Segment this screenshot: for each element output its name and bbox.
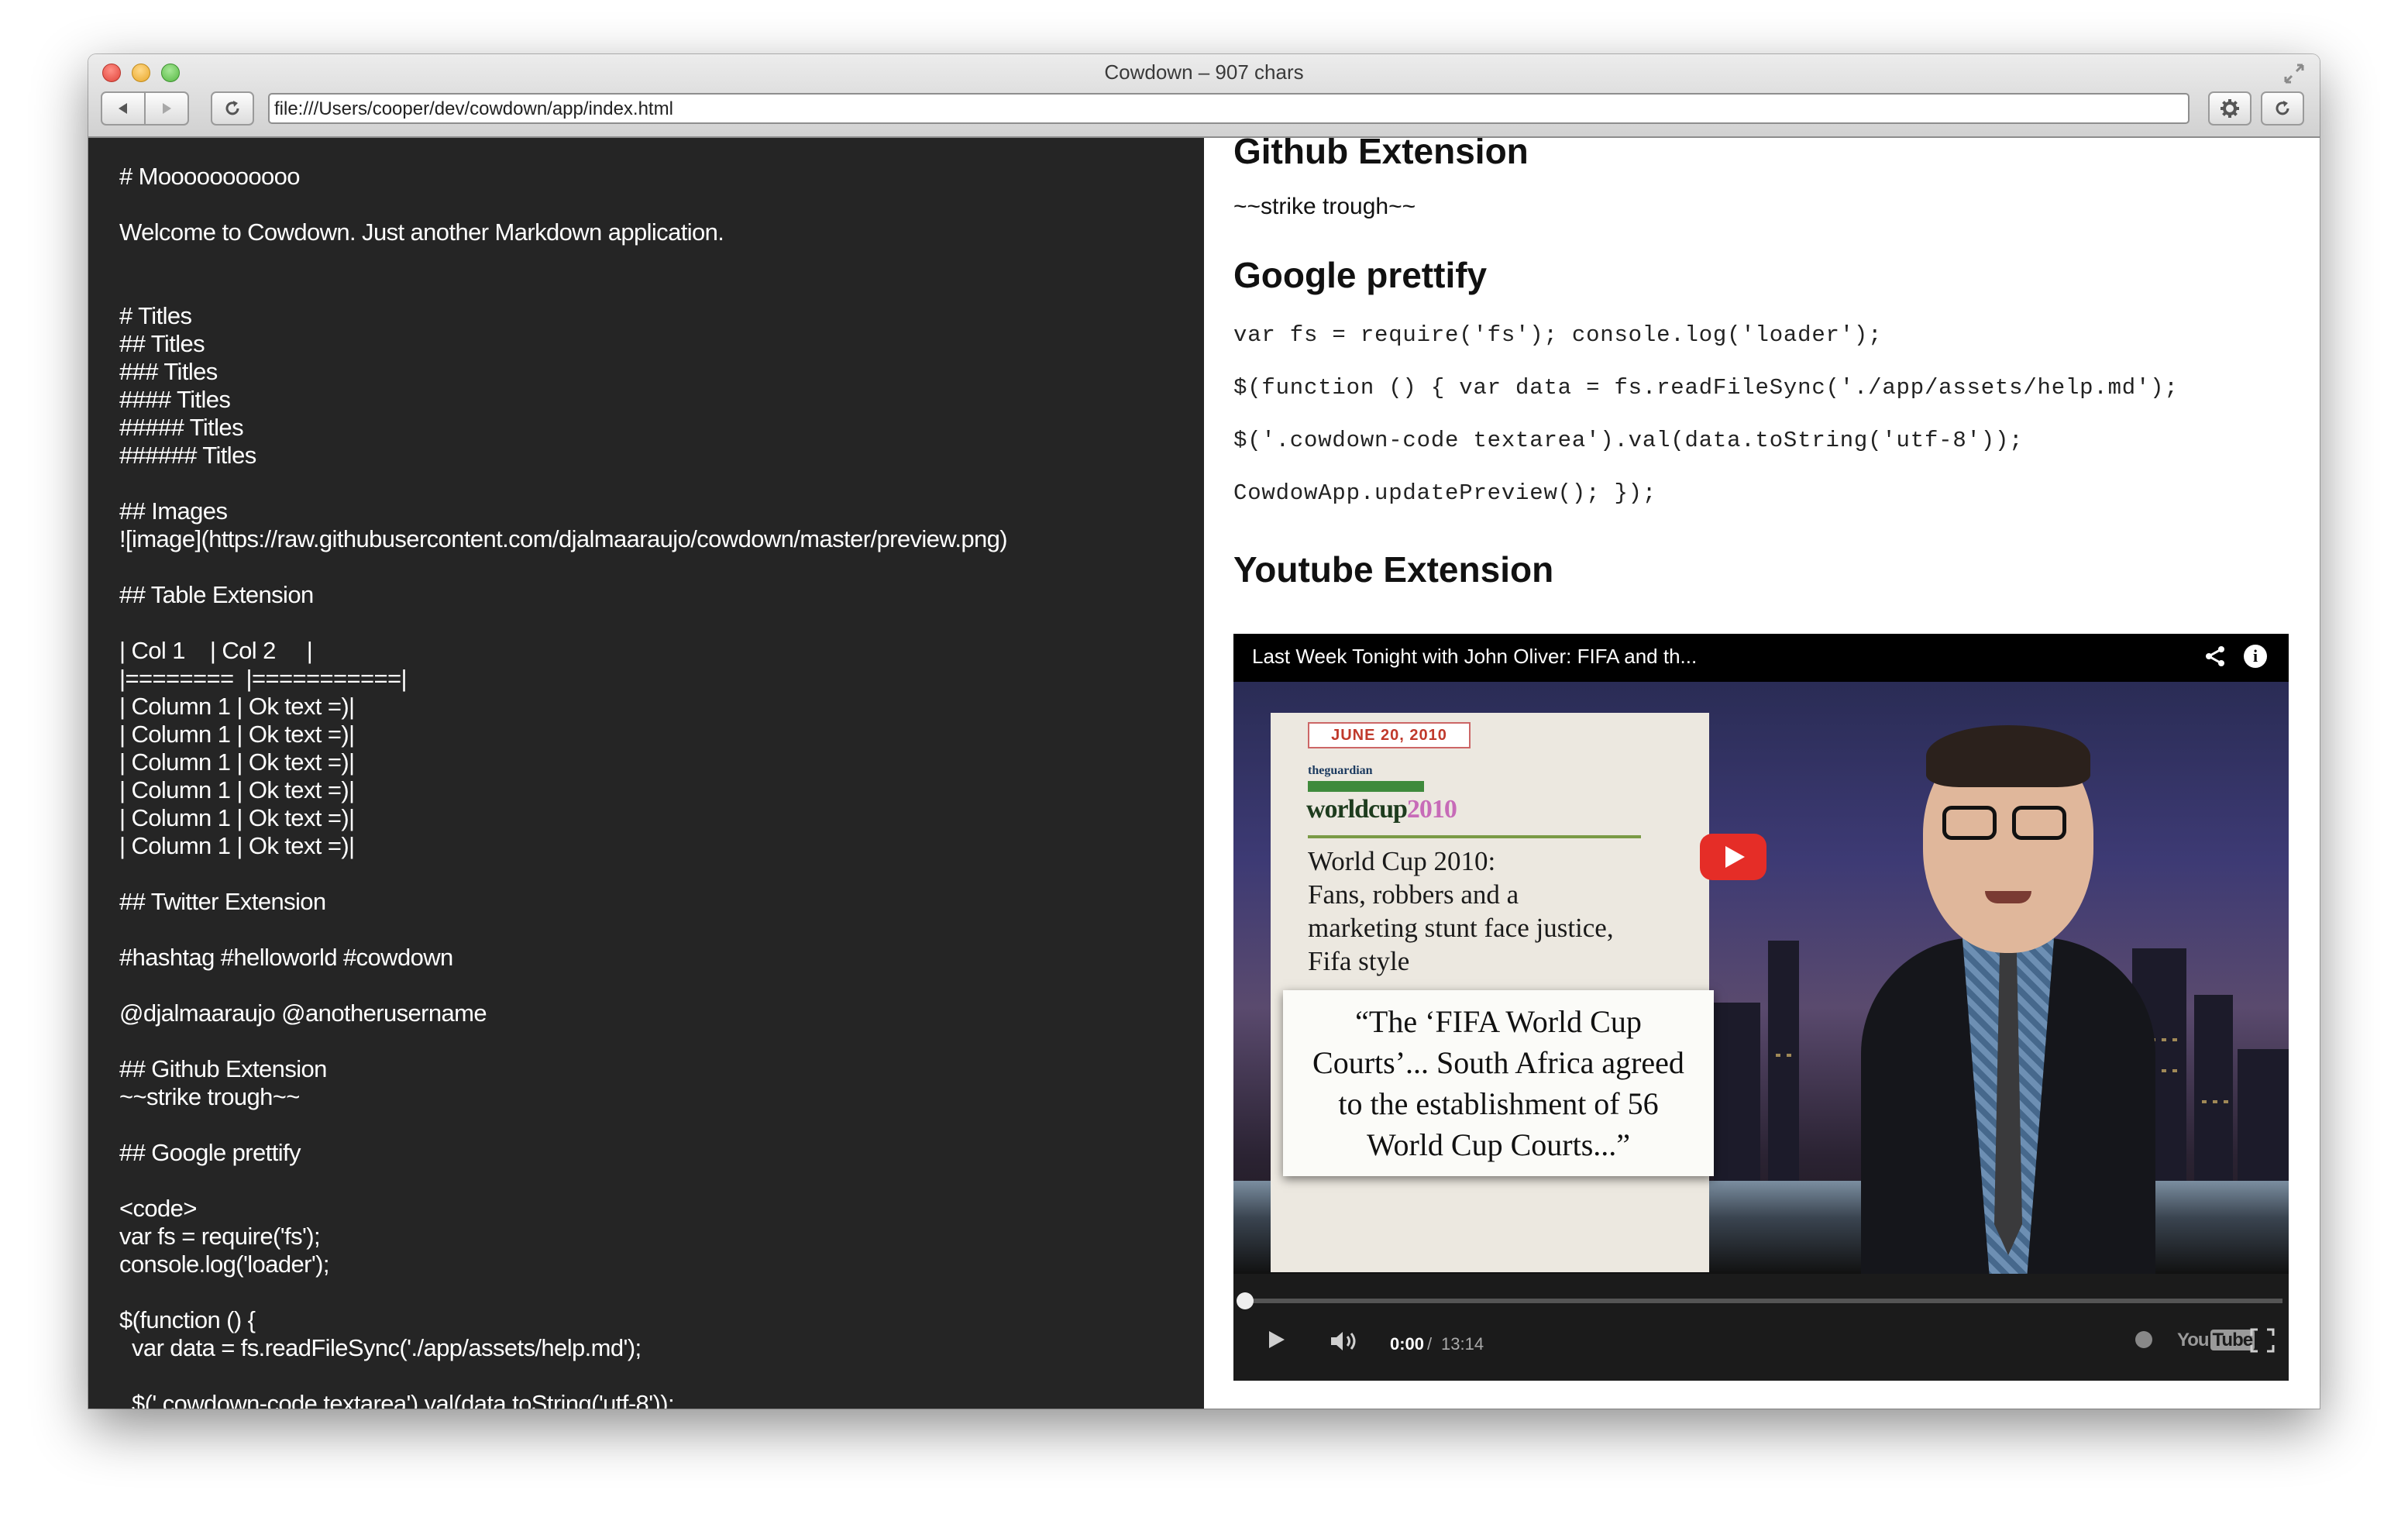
editor-line: Welcome to Cowdown. Just another Markdow… [119, 218, 724, 246]
play-button[interactable] [1700, 834, 1766, 880]
editor-line: | Col 1 | Col 2 | [119, 637, 313, 664]
editor-line: var data = fs.readFileSync('./app/assets… [119, 1334, 642, 1361]
host-figure [1846, 713, 2171, 1274]
editor-line: $(function () { [119, 1306, 256, 1333]
editor-line: ## Twitter Extension [119, 888, 326, 915]
editor-line: ## Table Extension [119, 581, 314, 608]
video-thumbnail[interactable]: JUNE 20, 2010 theguardian worldcup2010 W… [1233, 682, 2289, 1274]
video-title-bar: Last Week Tonight with John Oliver: FIFA… [1233, 634, 2289, 682]
editor-line: ## Titles [119, 330, 205, 357]
back-icon [119, 103, 127, 114]
strike-text: ~~strike trough~~ [1233, 194, 1416, 219]
code-line: $('.cowdown-code textarea').val(data.toS… [1233, 428, 2024, 453]
forward-button[interactable] [144, 91, 189, 126]
window-title: Cowdown – 907 chars [1104, 60, 1304, 84]
editor-line: $('.cowdown-code textarea').val(data.toS… [119, 1390, 675, 1409]
editor-line: | Column 1 | Ok text =)| [119, 748, 355, 776]
editor-line: | Column 1 | Ok text =)| [119, 776, 355, 803]
reload-button[interactable] [211, 91, 254, 126]
code-line: var fs = require('fs'); console.log('loa… [1233, 322, 1883, 348]
quote-text: “The ‘FIFA World Cup Courts’... South Af… [1312, 1004, 1684, 1162]
editor-line: #### Titles [119, 386, 231, 413]
guardian-nav-bar [1308, 781, 1424, 792]
current-time: 0:00 [1390, 1334, 1425, 1354]
editor-line: # Titles [119, 302, 192, 329]
back-button[interactable] [101, 91, 146, 126]
editor-line: @djalmaaraujo @anotherusername [119, 999, 487, 1027]
play-icon[interactable] [1264, 1328, 1288, 1357]
volume-icon[interactable] [1330, 1330, 1361, 1358]
editor-line: ## Github Extension [119, 1055, 327, 1082]
fullscreen-icon[interactable] [2282, 62, 2306, 85]
editor-line: #hashtag #helloworld #cowdown [119, 944, 453, 971]
editor-line: ## Images [119, 497, 228, 525]
editor-line: var fs = require('fs'); [119, 1223, 321, 1250]
address-bar[interactable]: file:///Users/cooper/dev/cowdown/app/ind… [268, 93, 2190, 124]
youtube-logo[interactable]: You Tube [2177, 1330, 2255, 1351]
editor-line: ###### Titles [119, 442, 256, 469]
toolbar: Cowdown – 907 chars file:///Users/cooper… [88, 54, 2320, 138]
watch-later-icon[interactable] [2135, 1331, 2152, 1348]
github-extension-heading: Github Extension [1233, 138, 1529, 171]
editor-line: # Mooooooooooo [119, 163, 301, 190]
editor-line: ![image](https://raw.githubusercontent.c… [119, 525, 1008, 552]
editor-line: | Column 1 | Ok text =)| [119, 721, 355, 748]
progress-bar[interactable] [1240, 1299, 2282, 1303]
youtube-video-player[interactable]: JUNE 20, 2010 theguardian worldcup2010 W… [1233, 634, 2289, 1381]
settings-button[interactable] [2208, 91, 2251, 126]
editor-line: ##### Titles [119, 414, 244, 441]
google-prettify-heading: Google prettify [1233, 255, 1488, 295]
fullscreen-icon[interactable] [2250, 1328, 2275, 1353]
time-separator: / [1427, 1334, 1433, 1354]
markdown-editor[interactable]: # Mooooooooooo Welcome to Cowdown. Just a… [88, 138, 1204, 1409]
markdown-preview: Github Extension ~~strike trough~~ Googl… [1204, 138, 2320, 1409]
guardian-brand: theguardian [1308, 764, 1373, 777]
progress-scrubber[interactable] [1237, 1292, 1254, 1309]
editor-line: | Column 1 | Ok text =)| [119, 693, 355, 720]
video-controls: 0:00 / 13:14 You Tube [1233, 1274, 2289, 1381]
editor-line: | Column 1 | Ok text =)| [119, 804, 355, 831]
editor-line: ~~strike trough~~ [119, 1083, 300, 1110]
news-headline: World Cup 2010: Fans, robbers and a mark… [1308, 846, 1614, 976]
video-title[interactable]: Last Week Tonight with John Oliver: FIFA… [1252, 645, 1697, 669]
divider [1308, 835, 1641, 838]
date-banner: JUNE 20, 2010 [1308, 722, 1471, 748]
editor-line: | Column 1 | Ok text =)| [119, 832, 355, 859]
forward-icon [163, 103, 171, 114]
play-icon [1700, 834, 1766, 880]
browser-window: Cowdown – 907 chars file:///Users/cooper… [88, 54, 2320, 1409]
reload-icon [2276, 101, 2289, 115]
share-icon[interactable] [2203, 645, 2227, 674]
editor-line: console.log('loader'); [119, 1251, 330, 1278]
code-line: CowdowApp.updatePreview(); }); [1233, 480, 1657, 506]
editor-line: ## Google prettify [119, 1139, 301, 1166]
youtube-extension-heading: Youtube Extension [1233, 549, 1554, 590]
reload-icon [225, 101, 239, 115]
worldcup-logo: worldcup2010 [1306, 795, 1457, 824]
quote-box: “The ‘FIFA World Cup Courts’... South Af… [1283, 990, 1714, 1176]
gear-icon [2221, 99, 2239, 118]
duration: 13:14 [1441, 1334, 1484, 1354]
editor-line: ### Titles [119, 358, 218, 385]
code-line: $(function () { var data = fs.readFileSy… [1233, 375, 2179, 401]
editor-line: |======== |===========| [119, 665, 408, 692]
editor-line: <code> [119, 1195, 197, 1222]
info-icon[interactable]: i [2244, 645, 2267, 668]
refresh-button[interactable] [2261, 91, 2304, 126]
